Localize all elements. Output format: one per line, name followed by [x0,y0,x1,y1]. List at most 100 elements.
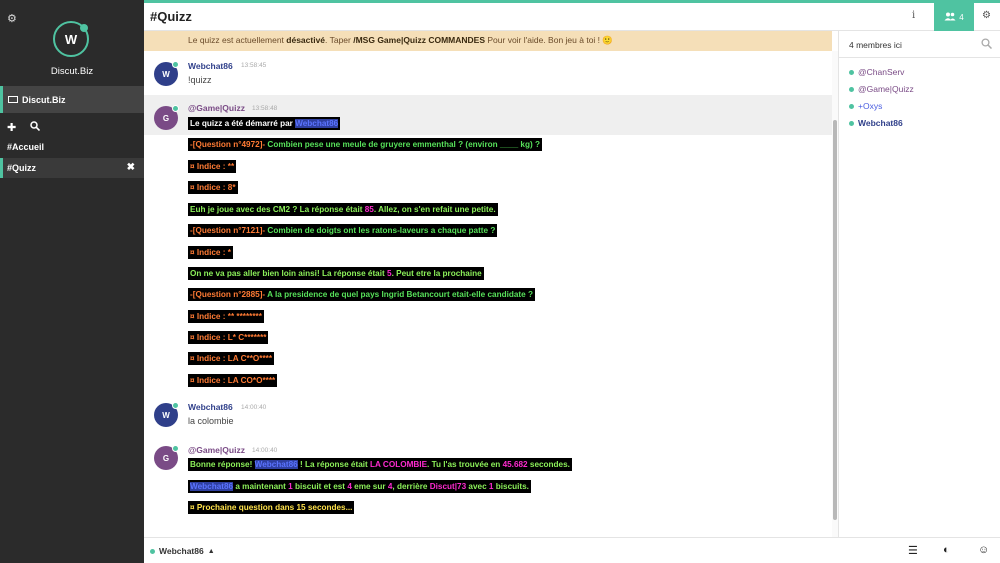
userlist-item[interactable]: +Oxys [849,101,882,111]
avatar[interactable]: W [154,61,179,86]
settings-gear-icon[interactable]: ⚙ [7,12,17,25]
line-text: secondes. [527,460,570,469]
userlist-item[interactable]: @ChanServ [849,67,904,77]
quiz-score-line: Webchat86 a maintenant 1 biscuit et est … [188,480,531,493]
message-nick[interactable]: Webchat86 [188,402,233,412]
line-text: , derrière [392,482,430,491]
userlist-panel: 4 membres ici @ChanServ @Game|Quizz +Oxy… [838,31,1000,537]
message-time: 13:58:45 [241,62,267,69]
user-name: Webchat86 [858,118,903,128]
user-name: @ChanServ [858,67,905,77]
online-status-dot [849,69,854,75]
userlist-toggle-button[interactable]: 4 [934,3,974,31]
sidebar-tools: ✚ [7,121,41,134]
line-text: . Allez, on s'en refait une petite. [373,205,496,214]
network-item[interactable]: Discut.Biz [0,86,144,113]
line-text: Euh je joue avec des CM2 ? La réponse ét… [190,205,365,214]
channel-label: #Quizz [7,163,37,173]
message-nick[interactable]: Webchat86 [188,61,233,71]
hint-text: ¤ Indice : LA CO*O**** [190,376,276,385]
hint-text: ¤ Indice : ** [190,162,235,171]
message-nick[interactable]: @Game|Quizz [188,445,245,455]
message-text: !quizz [188,75,212,85]
message: W Webchat86 14:00:40 la colombie [144,397,832,439]
channel-header: #Quizz i 4 ⚙ [144,3,1000,31]
online-status-dot [849,103,854,109]
hint-text: ¤ Indice : LA C**O**** [190,354,273,363]
online-status-dot [849,86,854,92]
topic-state: désactivé [286,35,326,45]
line-text: Bonne réponse! [190,460,255,469]
input-footer: Webchat86 ▲ ☰ ◐ ☺ [144,537,1000,563]
online-status-dot [150,548,155,554]
server-name: Discut.Biz [50,66,94,77]
scrollbar-thumb[interactable] [833,120,837,520]
topic-text: Pour voir l'aide. Bon jeu à toi ! [485,35,603,45]
quiz-question-line: -[Question n°7121]- Combien de doigts on… [188,224,498,237]
user-name: +Oxys [858,101,883,111]
quiz-line: Le quizz a été démarré par Webchat86 [188,117,341,130]
question-number: -[Question n°7121]- [190,226,266,235]
question-number: -[Question n°4972]- [190,140,266,149]
message-time: 13:58:48 [252,105,278,112]
quiz-result-line: On ne va pas aller bien loin ainsi! La r… [188,267,484,280]
app-window: ⚙ W Discut.Biz Discut.Biz ✚ #Accueil #Qu… [0,0,1000,563]
online-status-dot [80,24,88,32]
hint-text: ¤ Indice : 8* [190,183,236,192]
caret-up-icon: ▲ [207,547,215,555]
user-name: @Game|Quizz [858,84,914,94]
channel-settings-gear-icon[interactable]: ⚙ [982,10,991,21]
avatar[interactable]: G [154,105,179,130]
menu-icon[interactable]: ☰ [908,544,918,557]
channel-title: #Quizz [150,9,192,24]
message: W Webchat86 13:58:45 !quizz [144,51,832,93]
quiz-hint-line: ¤ Indice : L* C******* [188,331,269,344]
userlist-item[interactable]: Webchat86 [849,118,903,128]
emoji-icon[interactable]: ☺ [978,544,989,556]
contrast-icon[interactable]: ◐ [943,544,950,556]
line-text: biscuit et est [292,482,348,491]
online-status-dot [172,105,179,112]
userlist-item[interactable]: @Game|Quizz [849,84,914,94]
question-text: A la presidence de quel pays Ingrid Beta… [265,290,533,299]
nick-mention[interactable]: Webchat86 [190,482,234,491]
leader-nick: Discut|73 [429,482,467,491]
hint-text: ¤ Indice : L* C******* [190,333,267,342]
line-text: eme sur [351,482,388,491]
current-nick: Webchat86 [159,546,204,556]
member-count: 4 membres ici [849,40,902,50]
topic-text: Le quizz est actuellement [188,35,287,45]
nick-mention[interactable]: Webchat86 [295,119,339,128]
network-icon [8,96,18,103]
line-text: On ne va pas aller bien loin ainsi! La r… [190,269,388,278]
sidebar-item-accueil[interactable]: #Accueil [0,137,144,157]
current-nick-button[interactable]: Webchat86 ▲ [150,546,215,556]
message-list[interactable]: W Webchat86 13:58:45 !quizz G @Game|Quiz… [144,51,832,537]
quiz-hint-line: ¤ Indice : LA CO*O**** [188,374,278,387]
close-channel-icon[interactable]: ✖ [127,162,135,173]
channel-info-icon[interactable]: i [912,10,915,21]
quiz-hint-line: ¤ Indice : * [188,246,233,259]
avatar[interactable]: W [154,402,179,427]
question-number: -[Question n°2885]- [190,290,266,299]
channel-topic: Le quizz est actuellement désactivé. Tap… [144,31,832,51]
answer-value: 85 [364,205,374,214]
smile-emoji-icon: 🙂 [602,35,613,45]
avatar-letter: W [162,69,170,79]
hint-text: ¤ Indice : ** ******** [190,312,262,321]
search-icon[interactable] [30,121,41,134]
line-text: Le quizz a été démarré par [190,119,296,128]
nick-mention[interactable]: Webchat86 [254,460,298,469]
quiz-hint-line: ¤ Indice : ** ******** [188,310,264,323]
add-channel-icon[interactable]: ✚ [7,121,16,134]
sidebar-item-quizz[interactable]: #Quizz ✖ [0,158,144,178]
topic-command: /MSG Game|Quizz COMMANDES [353,35,486,45]
line-text: avec [466,482,489,491]
hint-text: ¤ Indice : * [190,248,231,257]
line-text: ! La réponse était [297,460,371,469]
message-nick[interactable]: @Game|Quizz [188,103,245,113]
userlist-search-icon[interactable] [981,38,993,52]
quiz-question-line: -[Question n°4972]- Combien pese une meu… [188,138,542,151]
avatar[interactable]: G [154,445,179,470]
quiz-hint-line: ¤ Indice : ** [188,160,237,173]
